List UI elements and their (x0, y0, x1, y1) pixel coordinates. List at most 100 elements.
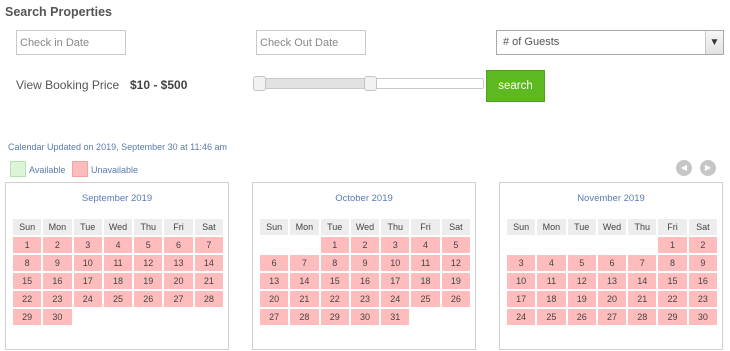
calendar-day-unavailable[interactable]: 2 (43, 237, 72, 253)
calendar-day-unavailable[interactable]: 12 (441, 255, 470, 271)
calendar-day-unavailable[interactable]: 27 (260, 309, 289, 325)
calendar-day-unavailable[interactable]: 26 (134, 291, 163, 307)
calendar-day-unavailable[interactable]: 17 (507, 291, 536, 307)
calendar-day-unavailable[interactable]: 11 (537, 273, 566, 289)
calendar-day-unavailable[interactable]: 24 (507, 309, 536, 325)
calendar-day-unavailable[interactable]: 20 (260, 291, 289, 307)
arrow-right-circle-icon[interactable]: ▶ (700, 160, 716, 176)
calendar-day-unavailable[interactable]: 28 (194, 291, 223, 307)
calendar-day-unavailable[interactable]: 13 (164, 255, 193, 271)
calendar-day-unavailable[interactable]: 22 (320, 291, 349, 307)
calendar-day-unavailable[interactable]: 3 (381, 237, 410, 253)
calendar-day-unavailable[interactable]: 21 (194, 273, 223, 289)
calendar-day-unavailable[interactable]: 28 (290, 309, 319, 325)
calendar-day-unavailable[interactable]: 15 (320, 273, 349, 289)
calendar-day-unavailable[interactable]: 11 (103, 255, 133, 271)
arrow-left-circle-icon[interactable]: ◀ (676, 160, 692, 176)
calendar-day-unavailable[interactable]: 18 (411, 273, 440, 289)
calendar-day-unavailable[interactable]: 18 (537, 291, 566, 307)
check-in-date-input[interactable] (16, 30, 126, 55)
calendar-day-unavailable[interactable]: 6 (164, 237, 193, 253)
calendar-day-unavailable[interactable]: 10 (73, 255, 102, 271)
calendar-day-unavailable[interactable]: 8 (658, 255, 687, 271)
calendar-day-unavailable[interactable]: 23 (350, 291, 380, 307)
calendar-day-unavailable[interactable]: 5 (134, 237, 163, 253)
calendar-day-unavailable[interactable]: 31 (381, 309, 410, 325)
calendar-day-unavailable[interactable]: 13 (260, 273, 289, 289)
calendar-day-unavailable[interactable]: 29 (658, 309, 687, 325)
calendar-day-unavailable[interactable]: 25 (537, 309, 566, 325)
calendar-day-unavailable[interactable]: 8 (13, 255, 42, 271)
guests-select[interactable]: # of Guests ▼ (496, 30, 724, 55)
calendar-day-unavailable[interactable]: 1 (13, 237, 42, 253)
calendar-day-unavailable[interactable]: 23 (688, 291, 717, 307)
calendar-day-unavailable[interactable]: 30 (43, 309, 72, 325)
calendar-day-unavailable[interactable]: 1 (320, 237, 349, 253)
price-slider[interactable] (253, 76, 484, 91)
calendar-day-unavailable[interactable]: 17 (73, 273, 102, 289)
calendar-day-unavailable[interactable]: 3 (73, 237, 102, 253)
calendar-day-unavailable[interactable]: 29 (13, 309, 42, 325)
calendar-day-unavailable[interactable]: 19 (134, 273, 163, 289)
calendar-day-unavailable[interactable]: 22 (658, 291, 687, 307)
calendar-day-unavailable[interactable]: 21 (290, 291, 319, 307)
calendar-day-unavailable[interactable]: 5 (441, 237, 470, 253)
calendar-day-unavailable[interactable]: 27 (597, 309, 627, 325)
calendar-day-unavailable[interactable]: 3 (507, 255, 536, 271)
calendar-day-unavailable[interactable]: 16 (43, 273, 72, 289)
chevron-down-icon[interactable]: ▼ (705, 31, 723, 54)
search-button[interactable]: search (486, 70, 545, 102)
calendar-day-unavailable[interactable]: 25 (103, 291, 133, 307)
calendar-day-unavailable[interactable]: 13 (597, 273, 627, 289)
calendar-day-unavailable[interactable]: 1 (658, 237, 687, 253)
calendar-day-unavailable[interactable]: 10 (381, 255, 410, 271)
calendar-day-unavailable[interactable]: 7 (628, 255, 657, 271)
calendar-day-unavailable[interactable]: 2 (350, 237, 380, 253)
calendar-day-unavailable[interactable]: 16 (350, 273, 380, 289)
calendar-day-unavailable[interactable]: 25 (411, 291, 440, 307)
price-slider-min-handle[interactable] (253, 76, 266, 91)
calendar-day-unavailable[interactable]: 18 (103, 273, 133, 289)
calendar-day-unavailable[interactable]: 8 (320, 255, 349, 271)
calendar-day-unavailable[interactable]: 4 (103, 237, 133, 253)
calendar-day-unavailable[interactable]: 27 (164, 291, 193, 307)
calendar-day-unavailable[interactable]: 20 (164, 273, 193, 289)
price-slider-max-handle[interactable] (364, 76, 377, 91)
calendar-day-unavailable[interactable]: 19 (567, 291, 596, 307)
calendar-day-unavailable[interactable]: 17 (381, 273, 410, 289)
calendar-day-unavailable[interactable]: 4 (537, 255, 566, 271)
calendar-day-unavailable[interactable]: 14 (194, 255, 223, 271)
calendar-day-unavailable[interactable]: 6 (260, 255, 289, 271)
calendar-day-unavailable[interactable]: 4 (411, 237, 440, 253)
calendar-day-unavailable[interactable]: 22 (13, 291, 42, 307)
calendar-day-unavailable[interactable]: 11 (411, 255, 440, 271)
calendar-day-unavailable[interactable]: 20 (597, 291, 627, 307)
calendar-day-unavailable[interactable]: 9 (43, 255, 72, 271)
calendar-day-unavailable[interactable]: 21 (628, 291, 657, 307)
calendar-day-unavailable[interactable]: 12 (567, 273, 596, 289)
calendar-day-unavailable[interactable]: 29 (320, 309, 349, 325)
calendar-day-unavailable[interactable]: 7 (194, 237, 223, 253)
calendar-day-unavailable[interactable]: 5 (567, 255, 596, 271)
calendar-day-unavailable[interactable]: 15 (13, 273, 42, 289)
calendar-day-unavailable[interactable]: 6 (597, 255, 627, 271)
calendar-day-unavailable[interactable]: 15 (658, 273, 687, 289)
calendar-day-unavailable[interactable]: 7 (290, 255, 319, 271)
calendar-day-unavailable[interactable]: 14 (628, 273, 657, 289)
calendar-day-unavailable[interactable]: 23 (43, 291, 72, 307)
calendar-day-unavailable[interactable]: 26 (441, 291, 470, 307)
calendar-day-unavailable[interactable]: 30 (688, 309, 717, 325)
calendar-day-unavailable[interactable]: 2 (688, 237, 717, 253)
calendar-day-unavailable[interactable]: 19 (441, 273, 470, 289)
calendar-day-unavailable[interactable]: 24 (381, 291, 410, 307)
calendar-day-unavailable[interactable]: 26 (567, 309, 596, 325)
calendar-day-unavailable[interactable]: 9 (688, 255, 717, 271)
calendar-day-unavailable[interactable]: 24 (73, 291, 102, 307)
calendar-day-unavailable[interactable]: 30 (350, 309, 380, 325)
calendar-day-unavailable[interactable]: 14 (290, 273, 319, 289)
calendar-day-unavailable[interactable]: 28 (628, 309, 657, 325)
calendar-day-unavailable[interactable]: 10 (507, 273, 536, 289)
calendar-day-unavailable[interactable]: 16 (688, 273, 717, 289)
calendar-day-unavailable[interactable]: 9 (350, 255, 380, 271)
calendar-day-unavailable[interactable]: 12 (134, 255, 163, 271)
